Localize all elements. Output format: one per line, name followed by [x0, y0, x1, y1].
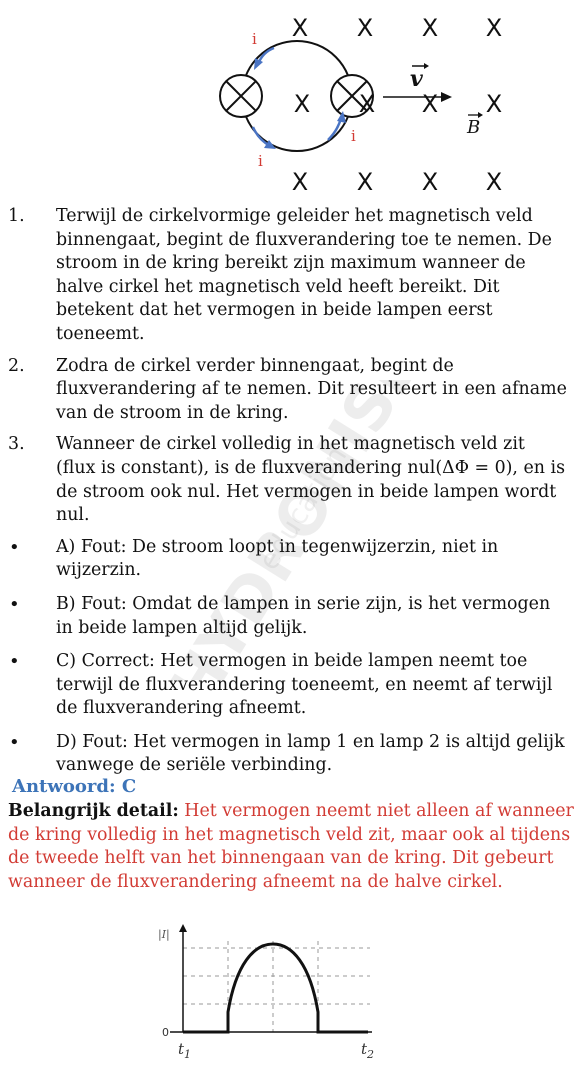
velocity-label: v [410, 66, 423, 92]
field-mark: X [486, 14, 502, 42]
y-axis-label: |I| [158, 928, 170, 942]
list-item: 3. Wanneer de cirkel volledig in het mag… [0, 433, 580, 527]
item-text: B) Fout: Omdat de lampen in serie zijn, … [56, 593, 551, 638]
current-label: i [252, 30, 257, 48]
field-mark: X [486, 90, 502, 118]
answer-line: Antwoord: C [12, 776, 137, 797]
current-graph-svg: |I| 0 t1 t2 [158, 924, 374, 1061]
field-mark: X [357, 14, 373, 42]
list-item: • C) Correct: Het vermogen in beide lamp… [0, 650, 580, 721]
current-graph: |I| 0 t1 t2 [150, 916, 390, 1066]
list-item: 2. Zodra de cirkel verder binnengaat, be… [0, 355, 580, 426]
item-text: Zodra de cirkel verder binnengaat, begin… [56, 355, 567, 423]
velocity-arrowhead [441, 92, 452, 102]
current-arrowhead-top [254, 58, 263, 70]
explanation-list: 1. Terwijl de cirkelvormige geleider het… [0, 205, 580, 788]
current-label: i [258, 152, 263, 170]
field-mark: X [422, 14, 438, 42]
t1-label: t1 [178, 1040, 191, 1061]
t2-label: t2 [361, 1040, 374, 1061]
y-axis-arrowhead [179, 924, 187, 932]
zero-label: 0 [162, 1026, 169, 1039]
item-bullet: • [9, 651, 20, 673]
list-item: • B) Fout: Omdat de lampen in serie zijn… [0, 593, 580, 640]
circuit-diagram-svg: i i i X X X X X X X X X X X X v B [219, 14, 502, 196]
field-mark: X [359, 90, 375, 118]
lamp-1-icon [219, 74, 263, 118]
list-item: • D) Fout: Het vermogen in lamp 1 en lam… [0, 731, 580, 778]
item-text: Wanneer de cirkel volledig in het magnet… [56, 434, 565, 526]
circuit-diagram: i i i X X X X X X X X X X X X v B [200, 0, 530, 205]
list-item: • A) Fout: De stroom loopt in tegenwijze… [0, 536, 580, 583]
item-text: Terwijl de cirkelvormige geleider het ma… [56, 206, 552, 344]
current-curve [183, 942, 368, 1034]
field-mark: X [422, 90, 438, 118]
field-vector-head [478, 112, 483, 118]
item-bullet: • [9, 593, 20, 615]
field-mark: X [294, 90, 310, 118]
item-text: D) Fout: Het vermogen in lamp 1 en lamp … [56, 731, 565, 776]
item-text: C) Correct: Het vermogen in beide lampen… [56, 651, 553, 719]
graph-grid [183, 941, 370, 1032]
item-bullet: • [9, 536, 20, 558]
current-label: i [351, 127, 356, 145]
field-mark: X [486, 168, 502, 196]
item-marker: 2. [8, 355, 25, 376]
list-item: 1. Terwijl de cirkelvormige geleider het… [0, 205, 580, 347]
field-mark: X [292, 168, 308, 196]
important-detail: Belangrijk detail: Het vermogen neemt ni… [8, 800, 574, 894]
item-text: A) Fout: De stroom loopt in tegenwijzerz… [56, 536, 499, 581]
velocity-vector-head [424, 63, 429, 69]
item-marker: 1. [8, 206, 25, 226]
field-mark: X [357, 168, 373, 196]
item-marker: 3. [8, 434, 25, 455]
field-label: B [466, 117, 480, 138]
field-mark: X [422, 168, 438, 196]
detail-lead: Belangrijk detail: [8, 801, 179, 821]
item-bullet: • [9, 731, 20, 753]
field-mark: X [292, 14, 308, 42]
